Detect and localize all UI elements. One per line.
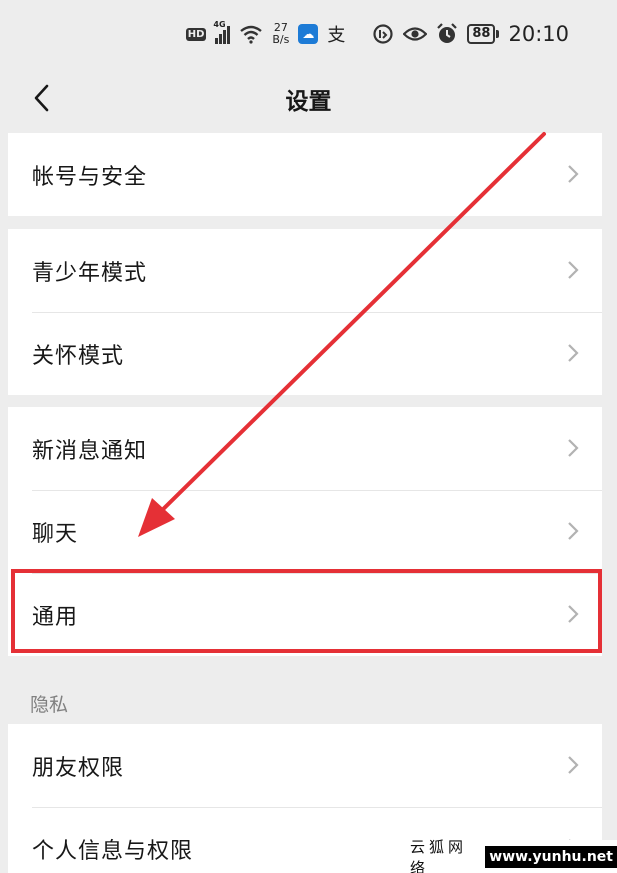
speed-unit: B/s xyxy=(272,33,290,46)
chevron-right-icon xyxy=(568,344,579,362)
settings-item-account-security[interactable]: 帐号与安全 xyxy=(8,133,602,216)
chevron-right-icon xyxy=(568,439,579,457)
alarm-icon xyxy=(437,23,458,43)
chevron-right-icon xyxy=(568,165,579,183)
wifi-icon xyxy=(240,25,263,44)
chevron-right-icon xyxy=(568,605,579,623)
eye-icon xyxy=(403,27,428,41)
settings-item-general[interactable]: 通用 xyxy=(8,573,602,656)
settings-item-chat[interactable]: 聊天 xyxy=(8,490,602,573)
weather-app-icon: ☁ xyxy=(298,24,319,44)
settings-item-care-mode[interactable]: 关怀模式 xyxy=(8,312,602,395)
settings-item-label: 通用 xyxy=(32,604,79,630)
watermark-text: 云狐网络 xyxy=(410,837,468,873)
settings-group-modes: 青少年模式 关怀模式 xyxy=(8,229,602,395)
settings-item-notifications[interactable]: 新消息通知 xyxy=(8,407,602,490)
settings-group-account: 帐号与安全 xyxy=(8,133,602,216)
clock: 20:10 xyxy=(508,22,569,46)
hd-icon: HD xyxy=(185,27,207,41)
chevron-right-icon xyxy=(568,261,579,279)
settings-item-label: 新消息通知 xyxy=(32,438,148,464)
chevron-right-icon xyxy=(568,756,579,774)
settings-item-label: 帐号与安全 xyxy=(32,164,148,190)
network-type: 4G xyxy=(213,20,226,29)
settings-item-label: 关怀模式 xyxy=(32,343,125,369)
watermark-url: www.yunhu.net xyxy=(485,845,617,868)
watermark: 云狐网络 www.yunhu.net xyxy=(404,838,617,873)
page-title: 设置 xyxy=(285,89,332,115)
alipay-icon: 支 xyxy=(327,25,346,46)
signal-icon: 4G xyxy=(213,20,231,44)
chevron-right-icon xyxy=(568,522,579,540)
settings-item-friend-permissions[interactable]: 朋友权限 xyxy=(8,724,602,807)
settings-item-label: 聊天 xyxy=(32,521,79,547)
battery-icon: 88 xyxy=(467,24,500,44)
settings-item-label: 朋友权限 xyxy=(32,755,125,781)
settings-item-label: 青少年模式 xyxy=(32,260,148,286)
settings-group-messaging: 新消息通知 聊天 通用 xyxy=(8,407,602,656)
section-label-privacy: 隐私 xyxy=(30,694,69,716)
settings-item-label: 个人信息与权限 xyxy=(32,838,194,864)
settings-item-teen-mode[interactable]: 青少年模式 xyxy=(8,229,602,312)
status-bar: HD 4G 27 B/s ☁ 支 88 20:10 xyxy=(0,0,617,68)
nav-header: 设置 xyxy=(0,68,617,130)
network-speed: 27 B/s xyxy=(272,22,289,46)
dnd-icon xyxy=(373,24,393,44)
